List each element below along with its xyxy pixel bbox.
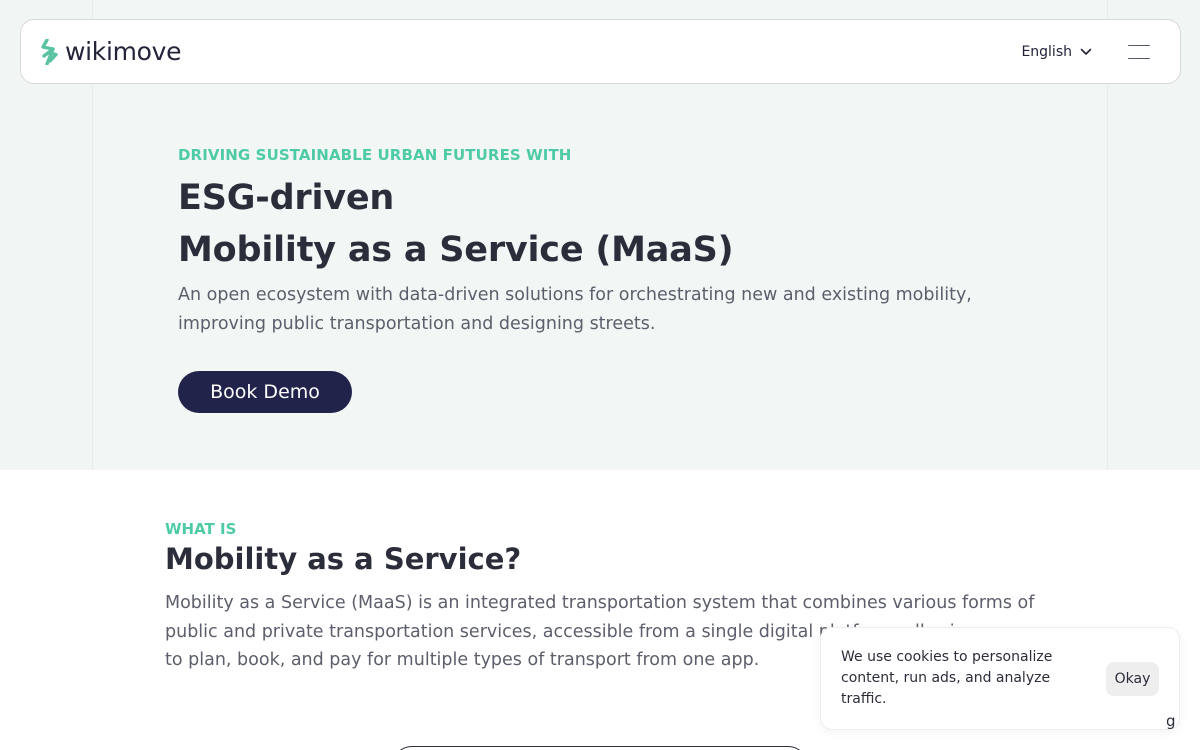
hero-subtitle-line-1: An open ecosystem with data-driven solut… xyxy=(178,285,972,305)
section-cta-button[interactable] xyxy=(392,746,808,750)
site-header: wikimove English xyxy=(20,19,1181,84)
hero-subtitle-line-2: improving public transportation and desi… xyxy=(178,314,656,334)
hero-subtitle: An open ecosystem with data-driven solut… xyxy=(178,281,998,339)
hero-eyebrow: DRIVING SUSTAINABLE URBAN FUTURES WITH xyxy=(178,146,572,164)
wikimove-bolt-icon xyxy=(41,38,59,65)
book-demo-button[interactable]: Book Demo xyxy=(178,371,352,413)
what-is-title: Mobility as a Service? xyxy=(165,542,522,576)
edge-glyph: g xyxy=(1166,712,1176,730)
cookie-okay-button[interactable]: Okay xyxy=(1106,661,1159,696)
hamburger-menu-icon[interactable] xyxy=(1128,44,1150,60)
cookie-message: We use cookies to personalize content, r… xyxy=(841,649,1053,707)
brand-name: wikimove xyxy=(65,37,182,66)
hero-title: ESG-driven Mobility as a Service (MaaS) xyxy=(178,172,734,276)
what-is-body-line-3: to plan, book, and pay for multiple type… xyxy=(165,650,760,670)
brand-logo-link[interactable]: wikimove xyxy=(41,37,182,66)
language-label: English xyxy=(1021,43,1072,60)
language-selector[interactable]: English xyxy=(1021,44,1092,60)
cookie-banner: We use cookies to personalize content, r… xyxy=(820,627,1180,730)
what-is-body-line-1: Mobility as a Service (MaaS) is an integ… xyxy=(165,593,1035,613)
what-is-eyebrow: WHAT IS xyxy=(165,520,237,538)
chevron-down-icon xyxy=(1080,44,1092,60)
hero-title-line-2: Mobility as a Service (MaaS) xyxy=(178,230,734,270)
hero-title-line-1: ESG-driven xyxy=(178,178,395,218)
header-actions: English xyxy=(1021,44,1150,60)
